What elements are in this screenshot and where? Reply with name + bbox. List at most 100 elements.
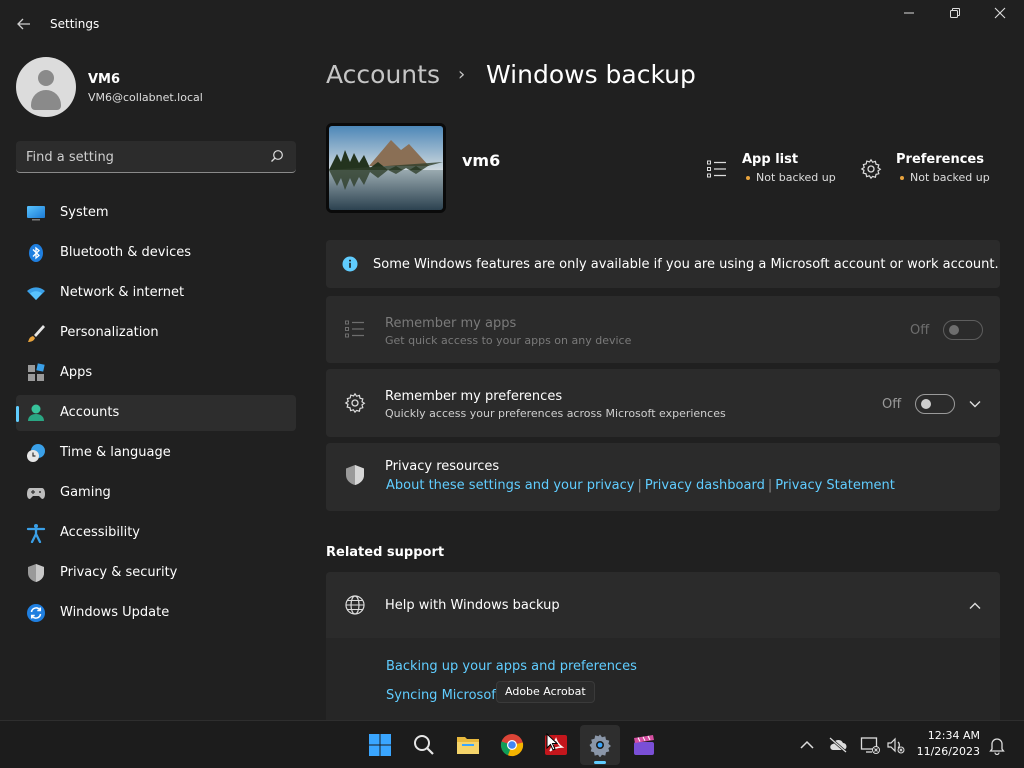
accessibility-icon (26, 524, 46, 543)
breadcrumb-parent[interactable]: Accounts (326, 60, 440, 89)
remember-apps-title: Remember my apps (385, 316, 517, 331)
folder-icon (457, 737, 479, 754)
privacy-links: About these settings and your privacy | Pr… (386, 478, 895, 493)
cloud-offline-icon[interactable] (828, 735, 848, 755)
remember-apps-card: Remember my apps Get quick access to you… (326, 296, 1000, 363)
remember-preferences-subtitle: Quickly access your preferences across M… (385, 407, 726, 420)
about-privacy-link[interactable]: About these settings and your privacy (386, 478, 634, 493)
shield-icon (28, 564, 44, 582)
search-box[interactable] (16, 141, 296, 173)
start-button[interactable] (360, 725, 400, 765)
remember-preferences-card[interactable]: Remember my preferences Quickly access y… (326, 369, 1000, 437)
settings-taskbar-button[interactable] (580, 725, 620, 765)
chrome-icon (500, 734, 524, 757)
system-icon (27, 206, 45, 221)
sidebar-item-network[interactable]: Network & internet (16, 275, 296, 311)
network-icon (27, 287, 45, 300)
page-title: Windows backup (486, 60, 696, 89)
sidebar-item-privacy-security[interactable]: Privacy & security (16, 555, 296, 591)
sidebar-item-system[interactable]: System (16, 195, 296, 231)
remember-apps-toggle-state: Off (910, 323, 930, 338)
settings-gear-icon (589, 734, 611, 757)
sidebar-item-accounts[interactable]: Accounts (16, 395, 296, 431)
notification-bell-icon[interactable] (987, 735, 1007, 755)
remember-apps-subtitle: Get quick access to your apps on any dev… (385, 334, 632, 347)
preferences-title: Preferences (896, 152, 984, 167)
privacy-resources-title: Privacy resources (385, 459, 500, 474)
remember-preferences-title: Remember my preferences (385, 389, 563, 404)
sidebar-item-label: Network & internet (60, 285, 185, 300)
chevron-up-icon[interactable] (797, 735, 817, 755)
backing-up-apps-link[interactable]: Backing up your apps and preferences (386, 659, 637, 674)
sidebar-item-label: Accessibility (60, 525, 140, 540)
app-list-state: Not backed up (756, 171, 836, 184)
app-title: Settings (50, 17, 100, 31)
help-windows-backup-title: Help with Windows backup (385, 598, 560, 613)
sidebar-item-label: Time & language (60, 445, 171, 460)
list-icon (707, 160, 726, 178)
close-icon (994, 7, 1006, 19)
info-banner: Some Windows features are only available… (326, 240, 1000, 288)
chrome-button[interactable] (492, 725, 532, 765)
privacy-statement-link[interactable]: Privacy Statement (775, 478, 895, 493)
avatar[interactable] (16, 57, 76, 117)
syncing-microsoft-link[interactable]: Syncing Microsoft (386, 688, 501, 703)
sidebar-item-label: Privacy & security (60, 565, 178, 580)
apps-icon (28, 363, 45, 381)
info-banner-text: Some Windows features are only available… (373, 257, 999, 272)
sidebar-item-accessibility[interactable]: Accessibility (16, 515, 296, 551)
sidebar-item-label: Bluetooth & devices (60, 245, 191, 260)
sidebar-item-apps[interactable]: Apps (16, 355, 296, 391)
app-list-icon (345, 320, 364, 338)
help-windows-backup-header[interactable]: Help with Windows backup (326, 572, 1000, 638)
clock-time[interactable]: 12:34 AM (928, 729, 980, 742)
search-input[interactable] (26, 147, 256, 167)
link-separator: | (637, 478, 642, 493)
volume-muted-icon[interactable] (886, 735, 906, 755)
sidebar-item-label: Windows Update (60, 605, 170, 620)
back-button[interactable] (10, 10, 38, 38)
file-explorer-button[interactable] (448, 725, 488, 765)
gear-icon (344, 392, 366, 414)
sidebar-item-windows-update[interactable]: Windows Update (16, 595, 296, 631)
network-monitor-icon[interactable] (860, 735, 880, 755)
sidebar-item-bluetooth[interactable]: Bluetooth & devices (16, 235, 296, 271)
search-taskbar-button[interactable] (404, 725, 444, 765)
app-list-title: App list (742, 152, 799, 167)
globe-icon (345, 595, 365, 615)
info-icon (342, 256, 358, 272)
maximize-button[interactable] (933, 4, 977, 28)
remember-preferences-toggle[interactable] (915, 394, 955, 414)
chevron-down-icon[interactable] (967, 396, 983, 412)
brush-icon (28, 325, 45, 342)
preferences-state: Not backed up (910, 171, 990, 184)
link-separator: | (767, 478, 773, 493)
warning-dot (746, 176, 750, 180)
avatar-person-body (31, 90, 61, 110)
sidebar-item-time-language[interactable]: Time & language (16, 435, 296, 471)
search-icon (271, 150, 283, 162)
title-bar: Settings (0, 0, 1024, 48)
avatar-person-icon (38, 70, 54, 86)
sidebar-item-gaming[interactable]: Gaming (16, 475, 296, 511)
privacy-dashboard-link[interactable]: Privacy dashboard (645, 478, 765, 493)
media-app-button[interactable] (624, 725, 664, 765)
taskbar: 12:34 AM 11/26/2023 (0, 720, 1024, 768)
landscape-image (329, 126, 443, 210)
minimize-icon (904, 12, 914, 14)
chevron-up-icon[interactable] (967, 598, 983, 614)
minimize-button[interactable] (887, 4, 931, 28)
clock-date[interactable]: 11/26/2023 (917, 745, 980, 758)
bluetooth-icon (29, 244, 43, 262)
close-button[interactable] (978, 4, 1022, 28)
gear-icon (860, 158, 882, 180)
help-links-panel: Backing up your apps and preferences Syn… (326, 638, 1000, 720)
sidebar-item-label: Gaming (60, 485, 111, 500)
restore-icon (950, 8, 960, 18)
sidebar-item-personalization[interactable]: Personalization (16, 315, 296, 351)
remember-apps-toggle[interactable] (943, 320, 983, 340)
taskbar-tooltip: Adobe Acrobat (496, 681, 595, 703)
user-email: VM6@collabnet.local (88, 91, 203, 104)
main-content: Accounts › Windows backup vm6 App list N… (310, 48, 1024, 720)
device-name: vm6 (462, 151, 501, 170)
